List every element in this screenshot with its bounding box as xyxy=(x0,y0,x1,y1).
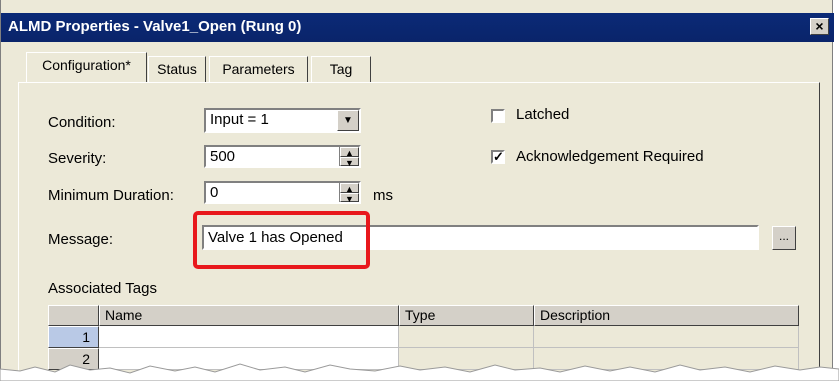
condition-label: Condition: xyxy=(48,114,116,131)
condition-dropdown[interactable]: Input = 1 ▼ xyxy=(204,108,361,133)
grid-corner xyxy=(48,305,99,326)
row-header-1[interactable]: 1 xyxy=(48,326,99,348)
cell-name-1[interactable] xyxy=(99,326,399,348)
ms-unit-label: ms xyxy=(373,187,393,204)
spin-up-icon[interactable]: ▲ xyxy=(340,147,359,158)
column-header-name[interactable]: Name xyxy=(99,305,399,326)
severity-value: 500 xyxy=(210,148,236,165)
column-header-type[interactable]: Type xyxy=(399,305,534,326)
column-header-description[interactable]: Description xyxy=(534,305,799,326)
cell-type-1 xyxy=(399,326,534,348)
tab-tag[interactable]: Tag xyxy=(311,56,371,83)
browse-button[interactable]: ... xyxy=(772,226,796,250)
condition-value: Input = 1 xyxy=(210,111,269,128)
tab-configuration[interactable]: Configuration* xyxy=(26,52,147,82)
spin-up-icon[interactable]: ▲ xyxy=(340,183,359,194)
close-icon: × xyxy=(815,18,824,34)
torn-edge xyxy=(0,363,839,381)
min-duration-spinner[interactable]: ▲ ▼ xyxy=(339,183,359,203)
min-duration-label: Minimum Duration: xyxy=(48,187,174,204)
cell-description-1 xyxy=(534,326,799,348)
tab-status[interactable]: Status xyxy=(148,56,206,83)
title-bar[interactable]: ALMD Properties - Valve1_Open (Rung 0) × xyxy=(1,13,834,42)
message-label: Message: xyxy=(48,231,114,248)
min-duration-value: 0 xyxy=(210,184,219,201)
spin-down-icon[interactable]: ▼ xyxy=(340,156,359,167)
min-duration-field[interactable]: 0 ▲ ▼ xyxy=(204,181,361,204)
chevron-down-icon[interactable]: ▼ xyxy=(337,110,359,131)
acknowledgement-label: Acknowledgement Required xyxy=(516,148,704,165)
severity-label: Severity: xyxy=(48,150,107,167)
close-button[interactable]: × xyxy=(810,18,829,35)
highlight-box xyxy=(193,211,370,269)
associated-tags-heading: Associated Tags xyxy=(48,280,157,297)
acknowledgement-checkbox[interactable]: ✓ xyxy=(491,150,505,164)
tab-parameters[interactable]: Parameters xyxy=(209,56,308,83)
severity-field[interactable]: 500 ▲ ▼ xyxy=(204,145,361,168)
severity-spinner[interactable]: ▲ ▼ xyxy=(339,147,359,167)
latched-checkbox[interactable] xyxy=(491,109,505,123)
window-title: ALMD Properties - Valve1_Open (Rung 0) xyxy=(8,18,302,35)
spin-down-icon[interactable]: ▼ xyxy=(340,192,359,203)
properties-dialog: ALMD Properties - Valve1_Open (Rung 0) ×… xyxy=(0,0,834,381)
latched-label: Latched xyxy=(516,106,570,123)
